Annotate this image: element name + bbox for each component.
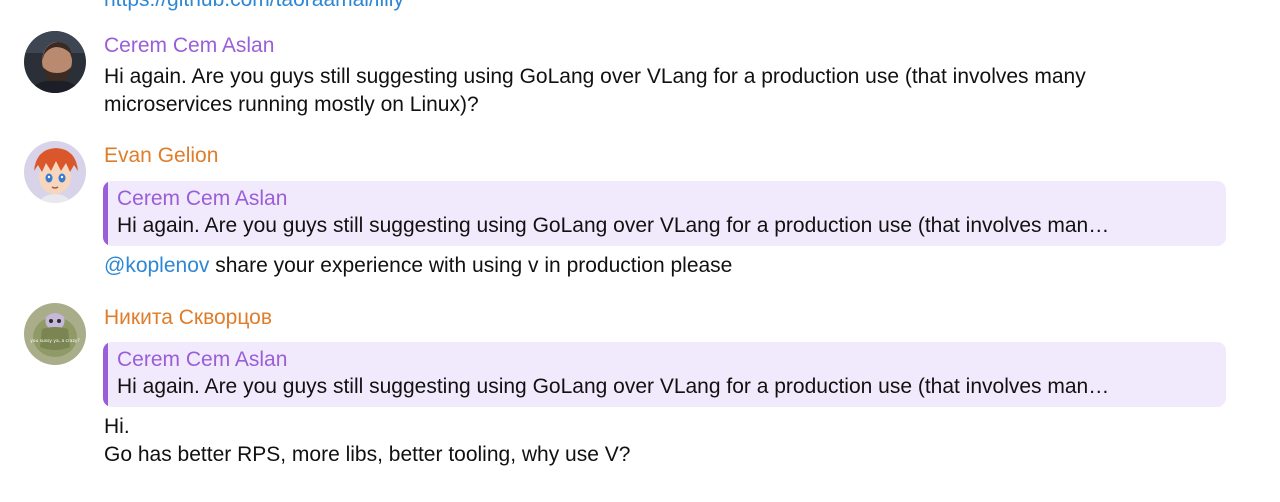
chat-history: https://github.com/taoraamal/lilly Cerem… — [0, 0, 1280, 502]
message-text-line: microservices running mostly on Linux)? — [104, 93, 479, 116]
reply-author: Cerem Cem Aslan — [117, 348, 288, 371]
message-author[interactable]: Evan Gelion — [104, 142, 218, 170]
reply-author: Cerem Cem Aslan — [117, 187, 288, 210]
message-text: Hi again. Are you guys still suggesting … — [104, 63, 1254, 119]
message-text-body: share your experience with using v in pr… — [209, 254, 733, 277]
message-text: @koplenov share your experience with usi… — [104, 252, 1254, 280]
avatar-caption: you sussy ya, a crazy? — [30, 338, 80, 344]
reply-text: Hi again. Are you guys still suggesting … — [117, 375, 1110, 398]
message-author[interactable]: Никита Скворцов — [104, 304, 272, 332]
user-mention-link[interactable]: @koplenov — [104, 254, 209, 277]
message-author[interactable]: Cerem Cem Aslan — [104, 32, 274, 60]
reply-text: Hi again. Are you guys still suggesting … — [117, 214, 1110, 237]
reply-quote[interactable]: Cerem Cem Aslan Hi again. Are you guys s… — [103, 342, 1226, 407]
avatar[interactable] — [24, 31, 86, 93]
reply-bar — [103, 342, 108, 407]
avatar[interactable]: you sussy ya, a crazy? — [24, 303, 86, 365]
message-text-line: Go has better RPS, more libs, better too… — [104, 443, 631, 466]
avatar[interactable] — [24, 141, 86, 203]
message-text-line: Hi again. Are you guys still suggesting … — [104, 65, 1086, 88]
reply-bar — [103, 181, 108, 246]
message-text: Hi. Go has better RPS, more libs, better… — [104, 413, 1254, 469]
reply-quote[interactable]: Cerem Cem Aslan Hi again. Are you guys s… — [103, 181, 1226, 246]
message-link[interactable]: https://github.com/taoraamal/lilly — [104, 0, 404, 14]
message-text-line: Hi. — [104, 415, 130, 438]
